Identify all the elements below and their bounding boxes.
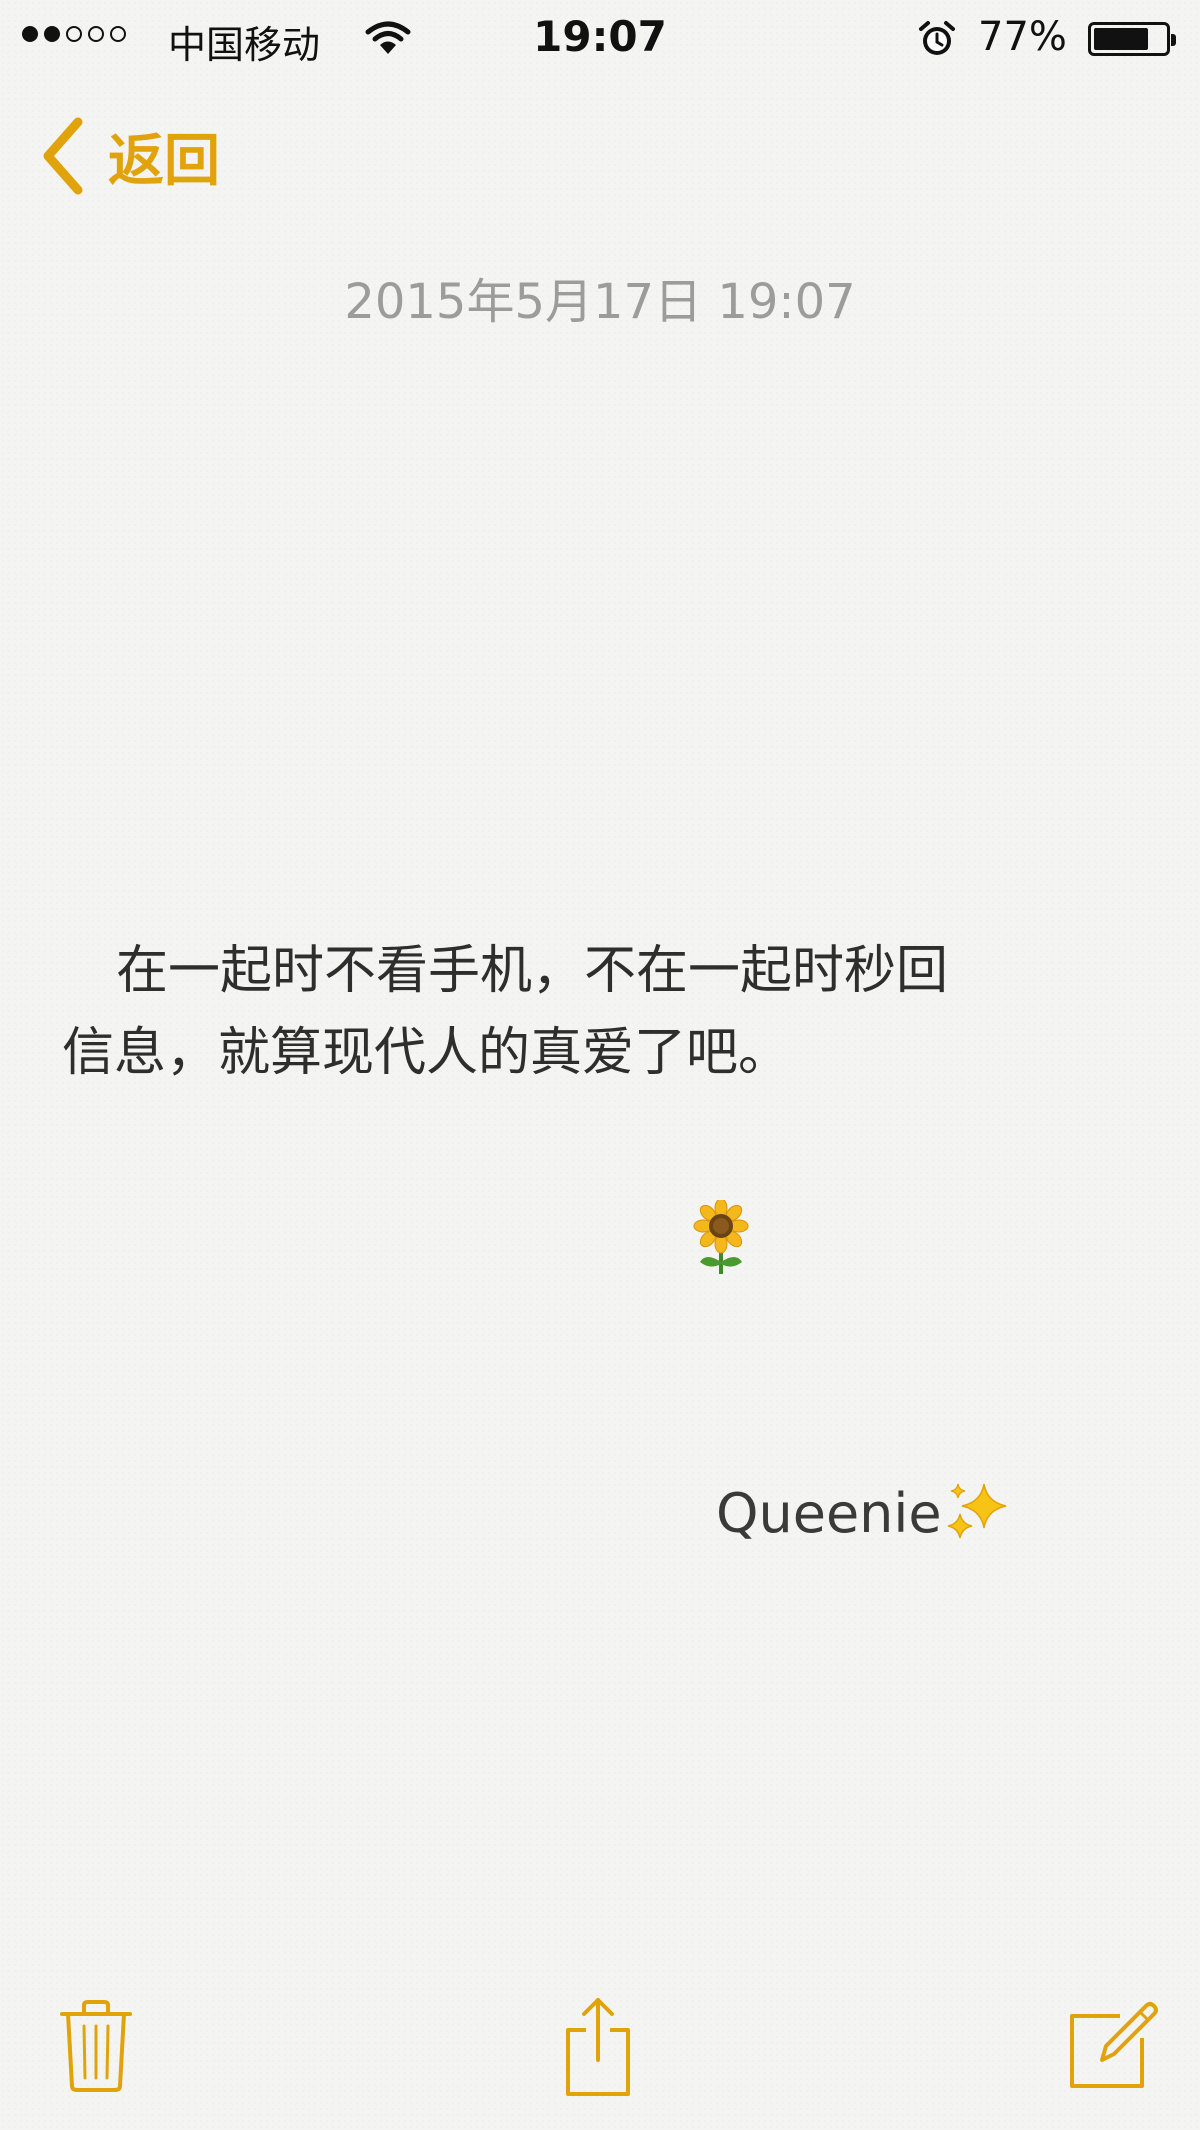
note-timestamp: 2015年5月17日 19:07 xyxy=(344,274,856,330)
note-body-line: 信息，就算现代人的真爱了吧。 xyxy=(62,1023,791,1083)
battery-icon xyxy=(1088,22,1176,56)
status-bar: 中国移动 19:07 77% xyxy=(0,0,1200,78)
note-body[interactable]: 在一起时不看手机，不在一起时秒回 信息，就算现代人的真爱了吧。 xyxy=(62,930,1142,1094)
battery-tip xyxy=(1171,34,1176,46)
note-body-line: 在一起时不看手机，不在一起时秒回 xyxy=(116,941,949,1001)
battery-percentage: 77% xyxy=(978,14,1067,60)
back-button[interactable]: 返回 xyxy=(38,116,220,196)
signature-text: Queenie xyxy=(716,1481,942,1545)
share-icon[interactable] xyxy=(560,1994,636,2098)
alarm-icon xyxy=(919,21,955,55)
back-button-label: 返回 xyxy=(108,128,220,194)
signature: Queenie xyxy=(716,1478,1014,1548)
battery-level-fill xyxy=(1094,28,1148,50)
sunflower-emoji xyxy=(693,1200,749,1274)
chevron-left-icon xyxy=(43,117,83,195)
trash-icon[interactable] xyxy=(58,1998,134,2094)
compose-icon[interactable] xyxy=(1068,2000,1158,2090)
sparkles-emoji xyxy=(947,1483,1006,1539)
